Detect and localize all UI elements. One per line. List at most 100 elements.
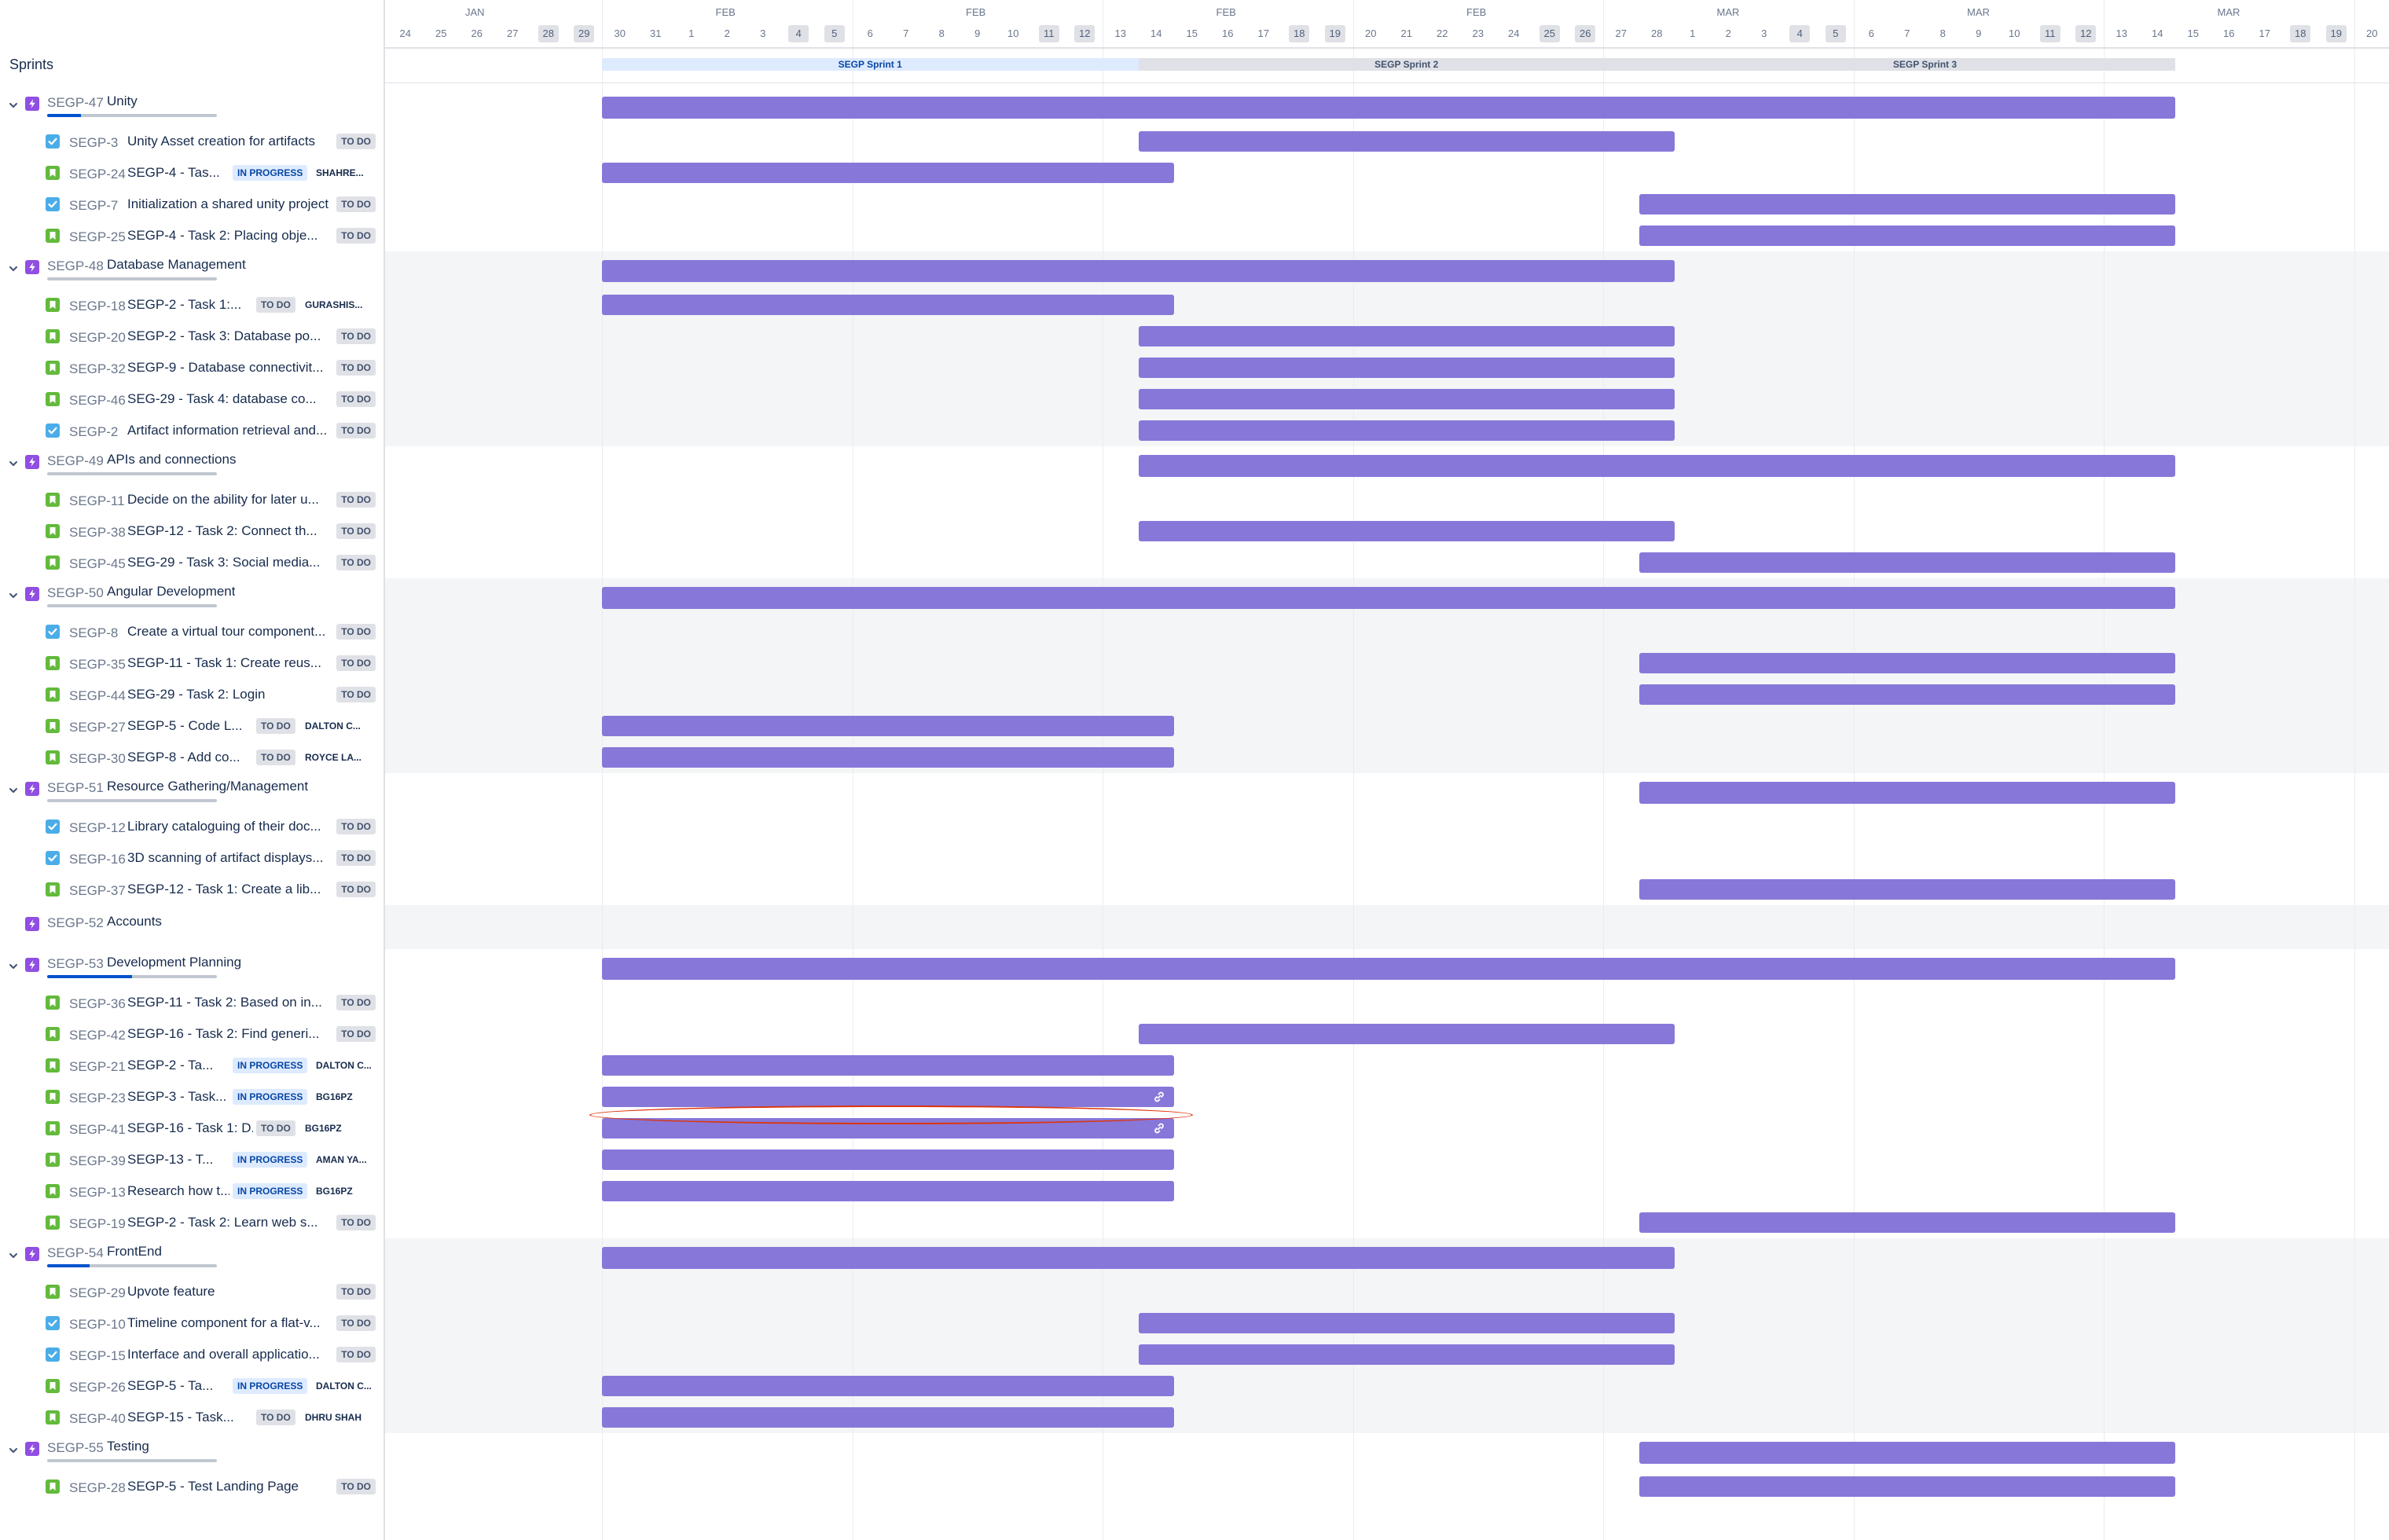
issue-key[interactable]: SEGP-40: [69, 1411, 126, 1427]
assignee-name[interactable]: BG16PZ: [305, 1123, 342, 1134]
status-lozenge[interactable]: TO DO: [256, 1120, 295, 1136]
epic-timeline-bar[interactable]: [602, 260, 1675, 282]
issue-row[interactable]: SEGP-38 SEGP-12 - Task 2: Connect th... TO…: [0, 515, 383, 547]
issue-row[interactable]: SEGP-32 SEGP-9 - Database connectivit... T…: [0, 352, 383, 383]
issue-timeline-bar[interactable]: [1639, 226, 2175, 246]
status-lozenge[interactable]: TO DO: [336, 196, 376, 212]
issue-row[interactable]: SEGP-20 SEGP-2 - Task 3: Database po... TO…: [0, 321, 383, 352]
epic-timeline-bar[interactable]: [602, 958, 2175, 980]
status-lozenge[interactable]: TO DO: [336, 228, 376, 244]
issue-summary[interactable]: SEGP-12 - Task 2: Connect th...: [127, 523, 317, 539]
issue-key[interactable]: SEGP-44: [69, 688, 126, 704]
issue-row[interactable]: SEGP-16 3D scanning of artifact displays.…: [0, 842, 383, 874]
issue-row[interactable]: SEGP-25 SEGP-4 - Task 2: Placing obje... T…: [0, 220, 383, 251]
sprint-bar[interactable]: SEGP Sprint 2: [1138, 58, 1675, 71]
status-lozenge[interactable]: TO DO: [336, 819, 376, 834]
issue-summary[interactable]: Timeline component for a flat-v...: [127, 1315, 321, 1331]
issue-key[interactable]: SEGP-2: [69, 424, 118, 440]
assignee-name[interactable]: DALTON C...: [316, 1380, 372, 1392]
issue-timeline-bar[interactable]: [602, 747, 1174, 768]
issue-summary[interactable]: Testing: [107, 1439, 149, 1454]
issue-key[interactable]: SEGP-12: [69, 820, 126, 836]
epic-row[interactable]: SEGP-55 Testing: [0, 1433, 383, 1471]
issue-key[interactable]: SEGP-32: [69, 361, 126, 377]
epic-timeline-bar[interactable]: [1639, 782, 2175, 804]
issue-row[interactable]: SEGP-29 Upvote feature TO DO: [0, 1276, 383, 1307]
assignee-name[interactable]: GURASHIS...: [305, 299, 362, 310]
assignee-name[interactable]: BG16PZ: [316, 1186, 353, 1197]
issue-row[interactable]: SEGP-8 Create a virtual tour component...…: [0, 616, 383, 647]
chevron-down-icon[interactable]: [8, 1445, 19, 1456]
issue-timeline-bar[interactable]: [1639, 1212, 2175, 1233]
issue-key[interactable]: SEGP-54: [47, 1245, 104, 1261]
status-lozenge[interactable]: IN PROGRESS: [233, 1183, 308, 1199]
chevron-down-icon[interactable]: [8, 785, 19, 796]
issue-key[interactable]: SEGP-52: [47, 915, 104, 931]
issue-row[interactable]: SEGP-7 Initialization a shared unity proj…: [0, 189, 383, 220]
issue-row[interactable]: SEGP-26 SEGP-5 - Ta... IN PROGRESS DALTON C…: [0, 1370, 383, 1402]
issue-row[interactable]: SEGP-23 SEGP-3 - Task... IN PROGRESS BG16PZ: [0, 1081, 383, 1113]
issue-key[interactable]: SEGP-36: [69, 996, 126, 1012]
issue-key[interactable]: SEGP-39: [69, 1153, 126, 1169]
status-lozenge[interactable]: IN PROGRESS: [233, 1089, 308, 1105]
issue-key[interactable]: SEGP-26: [69, 1380, 126, 1395]
status-lozenge[interactable]: TO DO: [336, 1347, 376, 1362]
status-lozenge[interactable]: TO DO: [336, 1284, 376, 1300]
issue-row[interactable]: SEGP-13 Research how t... IN PROGRESS BG16P…: [0, 1175, 383, 1207]
issue-key[interactable]: SEGP-20: [69, 330, 126, 346]
issue-summary[interactable]: Accounts: [107, 914, 162, 930]
issue-timeline-bar[interactable]: [602, 1087, 1174, 1107]
issue-key[interactable]: SEGP-16: [69, 852, 126, 867]
issue-timeline-bar[interactable]: [1138, 1313, 1675, 1333]
issue-key[interactable]: SEGP-21: [69, 1059, 126, 1075]
issue-key[interactable]: SEGP-35: [69, 657, 126, 673]
issue-timeline-bar[interactable]: [1138, 1344, 1675, 1365]
issue-key[interactable]: SEGP-7: [69, 198, 118, 214]
issue-summary[interactable]: SEGP-11 - Task 2: Based on in...: [127, 995, 322, 1010]
status-lozenge[interactable]: TO DO: [336, 1026, 376, 1042]
issue-summary[interactable]: Upvote feature: [127, 1284, 215, 1300]
issue-summary[interactable]: SEGP-9 - Database connectivit...: [127, 360, 323, 376]
issue-timeline-bar[interactable]: [1138, 131, 1675, 152]
issue-key[interactable]: SEGP-24: [69, 167, 126, 182]
issue-summary[interactable]: SEGP-16 - Task 1: D...: [127, 1120, 253, 1136]
issue-row[interactable]: SEGP-40 SEGP-15 - Task... TO DO DHRU SHAH: [0, 1402, 383, 1433]
issue-summary[interactable]: Unity Asset creation for artifacts: [127, 134, 315, 149]
chevron-down-icon[interactable]: [8, 100, 19, 111]
issue-row[interactable]: SEGP-19 SEGP-2 - Task 2: Learn web s... TO…: [0, 1207, 383, 1238]
issue-key[interactable]: SEGP-50: [47, 585, 104, 601]
issue-key[interactable]: SEGP-48: [47, 258, 104, 274]
issue-timeline-bar[interactable]: [602, 163, 1174, 183]
status-lozenge[interactable]: TO DO: [336, 328, 376, 344]
status-lozenge[interactable]: IN PROGRESS: [233, 1058, 308, 1073]
status-lozenge[interactable]: IN PROGRESS: [233, 1378, 308, 1394]
issue-timeline-bar[interactable]: [602, 1376, 1174, 1396]
issue-timeline-bar[interactable]: [1639, 1476, 2175, 1497]
issue-key[interactable]: SEGP-37: [69, 883, 126, 899]
issue-summary[interactable]: SEGP-3 - Task...: [127, 1089, 226, 1105]
issue-summary[interactable]: SEGP-5 - Ta...: [127, 1378, 213, 1394]
issue-key[interactable]: SEGP-30: [69, 751, 126, 767]
issue-row[interactable]: SEGP-36 SEGP-11 - Task 2: Based on in... T…: [0, 987, 383, 1018]
issue-summary[interactable]: Unity: [107, 94, 138, 109]
issue-row[interactable]: SEGP-37 SEGP-12 - Task 1: Create a lib...…: [0, 874, 383, 905]
issue-row[interactable]: SEGP-24 SEGP-4 - Tas... IN PROGRESS SHAHRE.…: [0, 157, 383, 189]
issue-timeline-bar[interactable]: [1138, 521, 1675, 541]
issue-key[interactable]: SEGP-49: [47, 453, 104, 469]
issue-summary[interactable]: SEGP-4 - Task 2: Placing obje...: [127, 228, 318, 244]
status-lozenge[interactable]: TO DO: [336, 1479, 376, 1494]
issue-key[interactable]: SEGP-38: [69, 525, 126, 541]
issue-summary[interactable]: SEGP-12 - Task 1: Create a lib...: [127, 882, 321, 897]
issue-summary[interactable]: SEGP-2 - Task 2: Learn web s...: [127, 1215, 318, 1230]
issue-key[interactable]: SEGP-13: [69, 1185, 126, 1201]
issue-summary[interactable]: SEGP-11 - Task 1: Create reus...: [127, 655, 321, 671]
issue-key[interactable]: SEGP-27: [69, 720, 126, 735]
issue-row[interactable]: SEGP-41 SEGP-16 - Task 1: D... TO DO BG16PZ: [0, 1113, 383, 1144]
issue-timeline-bar[interactable]: [602, 716, 1174, 736]
issue-timeline-bar[interactable]: [1639, 194, 2175, 214]
issue-summary[interactable]: Database Management: [107, 257, 246, 273]
issue-timeline-bar[interactable]: [1639, 879, 2175, 900]
issue-row[interactable]: SEGP-10 Timeline component for a flat-v..…: [0, 1307, 383, 1339]
issue-row[interactable]: SEGP-30 SEGP-8 - Add co... TO DO ROYCE LA..…: [0, 742, 383, 773]
issue-summary[interactable]: SEGP-5 - Test Landing Page: [127, 1479, 299, 1494]
